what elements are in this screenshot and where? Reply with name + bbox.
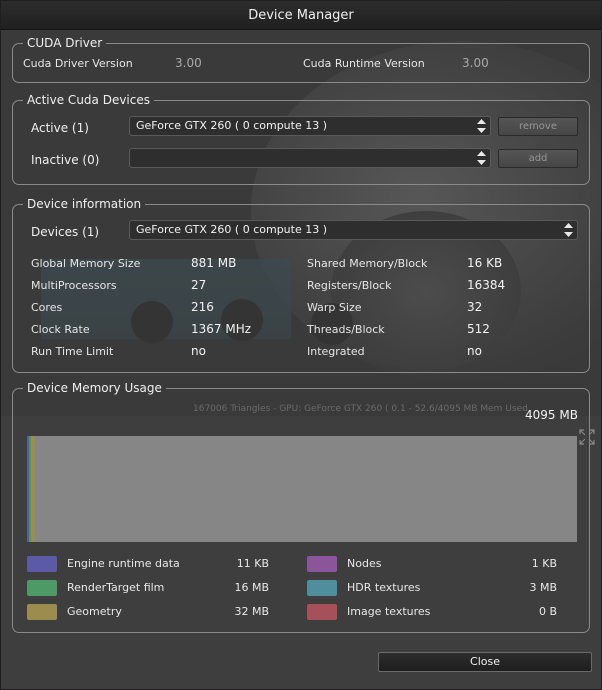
clock-rate-value: 1367 MHz — [191, 322, 252, 336]
memory-total-label: 4095 MB — [525, 408, 578, 422]
legend-swatch — [27, 604, 57, 620]
run-time-limit-label: Run Time Limit — [31, 345, 114, 358]
active-devices-dropdown[interactable]: GeForce GTX 260 ( 0 compute 13 ) — [129, 116, 491, 136]
cuda-driver-title: CUDA Driver — [23, 35, 107, 51]
global-memory-size-value: 881 MB — [191, 256, 237, 270]
active-cuda-devices-group: Active Cuda Devices — [12, 92, 590, 185]
device-information-title: Device information — [23, 196, 146, 212]
legend-swatch — [307, 556, 337, 572]
legend-label: HDR textures — [347, 581, 421, 594]
legend-swatch — [307, 604, 337, 620]
close-button[interactable]: Close — [378, 652, 592, 672]
registers-block-value: 16384 — [467, 278, 506, 292]
updown-arrows-icon — [477, 119, 486, 133]
add-button[interactable]: add — [498, 149, 578, 168]
memory-segment-geometry — [31, 436, 35, 542]
inactive-devices-dropdown[interactable] — [129, 148, 491, 168]
shared-memory-block-value: 16 KB — [467, 256, 503, 270]
updown-arrows-icon — [564, 223, 573, 237]
legend-value: 11 KB — [236, 557, 269, 570]
window-title: Device Manager — [1, 1, 601, 30]
expand-icon — [579, 429, 595, 445]
shared-memory-block-label: Shared Memory/Block — [307, 257, 428, 270]
multiprocessors-value: 27 — [191, 278, 207, 292]
cuda-runtime-version-label: Cuda Runtime Version — [303, 57, 425, 70]
devices-label: Devices (1) — [31, 225, 100, 239]
clock-rate-label: Clock Rate — [31, 323, 90, 336]
legend-label: Engine runtime data — [67, 557, 180, 570]
warp-size-value: 32 — [467, 300, 483, 314]
integrated-label: Integrated — [307, 345, 365, 358]
legend-value: 32 MB — [234, 605, 269, 618]
legend-value: 3 MB — [529, 581, 557, 594]
active-devices-label: Active (1) — [31, 121, 89, 135]
legend-swatch — [307, 580, 337, 596]
multiprocessors-label: MultiProcessors — [31, 279, 117, 292]
legend-value: 16 MB — [234, 581, 269, 594]
active-devices-selected: GeForce GTX 260 ( 0 compute 13 ) — [136, 119, 328, 132]
registers-block-label: Registers/Block — [307, 279, 392, 292]
cuda-runtime-version-value: 3.00 — [462, 56, 489, 70]
warp-size-label: Warp Size — [307, 301, 362, 314]
legend-item-geometry: Geometry 32 MB — [27, 604, 271, 620]
memory-usage-bar — [27, 436, 577, 542]
updown-arrows-icon — [477, 151, 486, 165]
active-cuda-devices-title: Active Cuda Devices — [23, 92, 154, 108]
device-manager-window: 167006 Triangles - GPU: GeForce GTX 260 … — [0, 0, 602, 690]
legend-label: Nodes — [347, 557, 382, 570]
devices-dropdown[interactable]: GeForce GTX 260 ( 0 compute 13 ) — [129, 220, 578, 240]
cuda-driver-version-value: 3.00 — [175, 56, 202, 70]
integrated-value: no — [467, 344, 482, 358]
legend-item-engine-runtime-data: Engine runtime data 11 KB — [27, 556, 271, 572]
devices-selected: GeForce GTX 260 ( 0 compute 13 ) — [136, 223, 328, 236]
cuda-driver-version-label: Cuda Driver Version — [23, 57, 133, 70]
threads-block-label: Threads/Block — [307, 323, 385, 336]
legend-swatch — [27, 556, 57, 572]
cores-value: 216 — [191, 300, 214, 314]
run-time-limit-value: no — [191, 344, 206, 358]
legend-label: Geometry — [67, 605, 122, 618]
legend-item-image-textures: Image textures 0 B — [307, 604, 557, 620]
legend-item-nodes: Nodes 1 KB — [307, 556, 557, 572]
legend-item-rendertarget-film: RenderTarget film 16 MB — [27, 580, 271, 596]
legend-value: 1 KB — [531, 557, 557, 570]
threads-block-value: 512 — [467, 322, 490, 336]
legend-item-hdr-textures: HDR textures 3 MB — [307, 580, 557, 596]
legend-swatch — [27, 580, 57, 596]
legend-value: 0 B — [538, 605, 557, 618]
inactive-devices-label: Inactive (0) — [31, 153, 100, 167]
legend-label: RenderTarget film — [67, 581, 165, 594]
legend-label: Image textures — [347, 605, 431, 618]
cores-label: Cores — [31, 301, 63, 314]
device-memory-usage-title: Device Memory Usage — [23, 380, 166, 396]
remove-button[interactable]: remove — [498, 117, 578, 136]
global-memory-size-label: Global Memory Size — [31, 257, 141, 270]
